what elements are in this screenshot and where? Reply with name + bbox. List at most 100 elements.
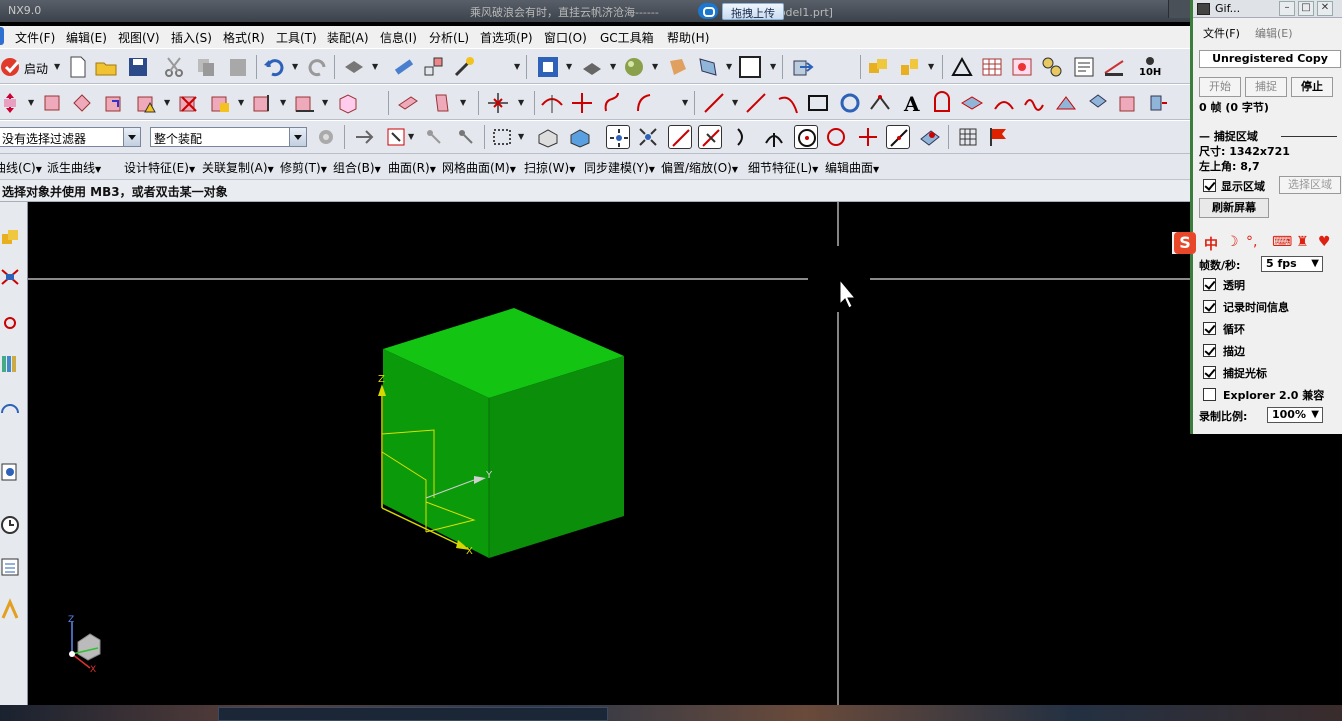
snap-move-icon[interactable]: [352, 125, 376, 149]
component-icon[interactable]: [898, 55, 922, 79]
undo-icon[interactable]: [262, 55, 286, 79]
mirror-icon[interactable]: [70, 91, 94, 115]
clock-icon[interactable]: [0, 514, 20, 536]
menu-window[interactable]: 窗口(O): [544, 29, 587, 46]
paste-body-icon[interactable]: [208, 91, 232, 115]
menu-tools[interactable]: 工具(T): [276, 29, 317, 46]
open-icon[interactable]: [94, 55, 118, 79]
capture-cursor-checkbox[interactable]: [1203, 366, 1216, 379]
menu-insert[interactable]: 插入(S): [171, 29, 212, 46]
filter-gear-icon[interactable]: [314, 125, 338, 149]
ime-mode[interactable]: 中: [1204, 234, 1218, 254]
arc-icon[interactable]: [776, 91, 800, 115]
menu-help[interactable]: 帮助(H): [667, 29, 709, 46]
snap-quadrant-icon[interactable]: [824, 125, 848, 149]
snap-point-icon[interactable]: [486, 91, 510, 115]
explorer-compat-checkbox[interactable]: [1203, 388, 1216, 401]
gifcam-maximize-icon[interactable]: □: [1298, 1, 1314, 16]
sogou-logo-icon[interactable]: S: [1174, 232, 1196, 254]
feature-offset-scale[interactable]: 偏置/缩放(O)▼: [661, 159, 738, 176]
flip-icon[interactable]: [1054, 91, 1078, 115]
snap-all-icon[interactable]: [606, 125, 630, 149]
history-icon[interactable]: [0, 460, 20, 482]
box-icon[interactable]: [1086, 91, 1110, 115]
snap-on-face-icon[interactable]: [918, 125, 942, 149]
feature-associative-copy[interactable]: 关联复制(A)▼: [202, 159, 274, 176]
body-select-icon[interactable]: [536, 125, 560, 149]
border-checkbox[interactable]: [1203, 344, 1216, 357]
timestamp-checkbox[interactable]: [1203, 300, 1216, 313]
cylinder-icon[interactable]: [1146, 91, 1170, 115]
redo-icon[interactable]: [306, 55, 330, 79]
line-icon[interactable]: [702, 91, 726, 115]
triangle-icon[interactable]: [950, 55, 974, 79]
user-icon[interactable]: ♜: [1296, 234, 1309, 250]
warning-body-icon[interactable]: [134, 91, 158, 115]
refresh-screen-button[interactable]: 刷新屏幕: [1199, 198, 1269, 218]
snap-on-curve-icon[interactable]: [886, 125, 910, 149]
intersect-curve-icon[interactable]: [570, 91, 594, 115]
render-style-icon[interactable]: [622, 55, 646, 79]
fps-select[interactable]: 5 fps ▼: [1261, 256, 1323, 272]
reuse-library-icon[interactable]: [0, 352, 20, 374]
pick-icon[interactable]: [454, 125, 478, 149]
snap-endpoint-icon[interactable]: [668, 125, 692, 149]
export-icon[interactable]: [790, 55, 814, 79]
offset-curve-icon[interactable]: [600, 91, 624, 115]
roles-icon[interactable]: [0, 598, 20, 620]
menu-view[interactable]: 视图(V): [118, 29, 160, 46]
gifcam-minimize-icon[interactable]: –: [1279, 1, 1295, 16]
snap-cross-icon[interactable]: [636, 125, 660, 149]
feature-edit-surface[interactable]: 编辑曲面▼: [825, 159, 879, 176]
layer-icon[interactable]: [422, 55, 446, 79]
delete-body-icon[interactable]: [176, 91, 200, 115]
table-icon[interactable]: [980, 55, 1004, 79]
edit-body-icon[interactable]: [250, 91, 274, 115]
constraint-navigator-icon[interactable]: [0, 266, 20, 288]
menu-edit[interactable]: 编辑(E): [66, 29, 107, 46]
show-area-checkbox[interactable]: [1203, 179, 1216, 192]
block-icon[interactable]: [1116, 91, 1140, 115]
menu-file[interactable]: 文件(F): [15, 29, 55, 46]
moon-icon[interactable]: ☽: [1226, 234, 1239, 250]
feature-surface[interactable]: 曲面(R)▼: [388, 159, 436, 176]
move-object-icon[interactable]: [0, 91, 22, 115]
rotate-icon[interactable]: [838, 91, 862, 115]
gears-icon[interactable]: [1040, 55, 1064, 79]
assembly-navigator-icon[interactable]: [0, 228, 20, 250]
part-navigator-icon[interactable]: [0, 312, 20, 334]
start-label[interactable]: 启动: [24, 60, 48, 77]
wand-icon[interactable]: [452, 55, 476, 79]
viewport-canvas[interactable]: Z Y X Z X: [28, 202, 1190, 705]
type-filter-dropdown[interactable]: 没有选择过滤器: [0, 127, 141, 147]
measure-body-icon[interactable]: [292, 91, 316, 115]
menu-preferences[interactable]: 首选项(P): [480, 29, 533, 46]
rectangle-icon[interactable]: [806, 91, 830, 115]
ruler-icon[interactable]: [392, 55, 416, 79]
feature-design[interactable]: 设计特征(E)▼: [124, 159, 195, 176]
new-icon[interactable]: [66, 55, 90, 79]
bridge-curve-icon[interactable]: [632, 91, 656, 115]
frame-icon[interactable]: [738, 55, 762, 79]
keyboard-icon[interactable]: ⌨: [1272, 234, 1292, 250]
feature-sweep[interactable]: 扫掠(W)▼: [524, 159, 575, 176]
rect-select-icon[interactable]: [490, 125, 514, 149]
cut-icon[interactable]: [162, 55, 186, 79]
skin-icon[interactable]: ♥: [1318, 234, 1331, 250]
flag-icon[interactable]: [986, 125, 1010, 149]
select-area-button[interactable]: 选择区域: [1279, 176, 1341, 194]
feature-derived-curve[interactable]: 派生曲线▼: [47, 159, 101, 176]
feature-trim[interactable]: 修剪(T)▼: [280, 159, 327, 176]
punctuation-icon[interactable]: °,: [1246, 234, 1257, 250]
copy-body-icon[interactable]: [102, 91, 126, 115]
view-orient-icon[interactable]: [580, 55, 604, 79]
snap-intersect-icon[interactable]: [762, 125, 786, 149]
loop-checkbox[interactable]: [1203, 322, 1216, 335]
snap-midpoint-icon[interactable]: [698, 125, 722, 149]
feature-sync-modeling[interactable]: 同步建模(Y)▼: [584, 159, 655, 176]
menu-format[interactable]: 格式(R): [223, 29, 265, 46]
trim-curve-icon[interactable]: [540, 91, 564, 115]
face-select-icon[interactable]: [568, 125, 592, 149]
menu-assembly[interactable]: 装配(A): [327, 29, 369, 46]
select-box-icon[interactable]: [384, 125, 408, 149]
